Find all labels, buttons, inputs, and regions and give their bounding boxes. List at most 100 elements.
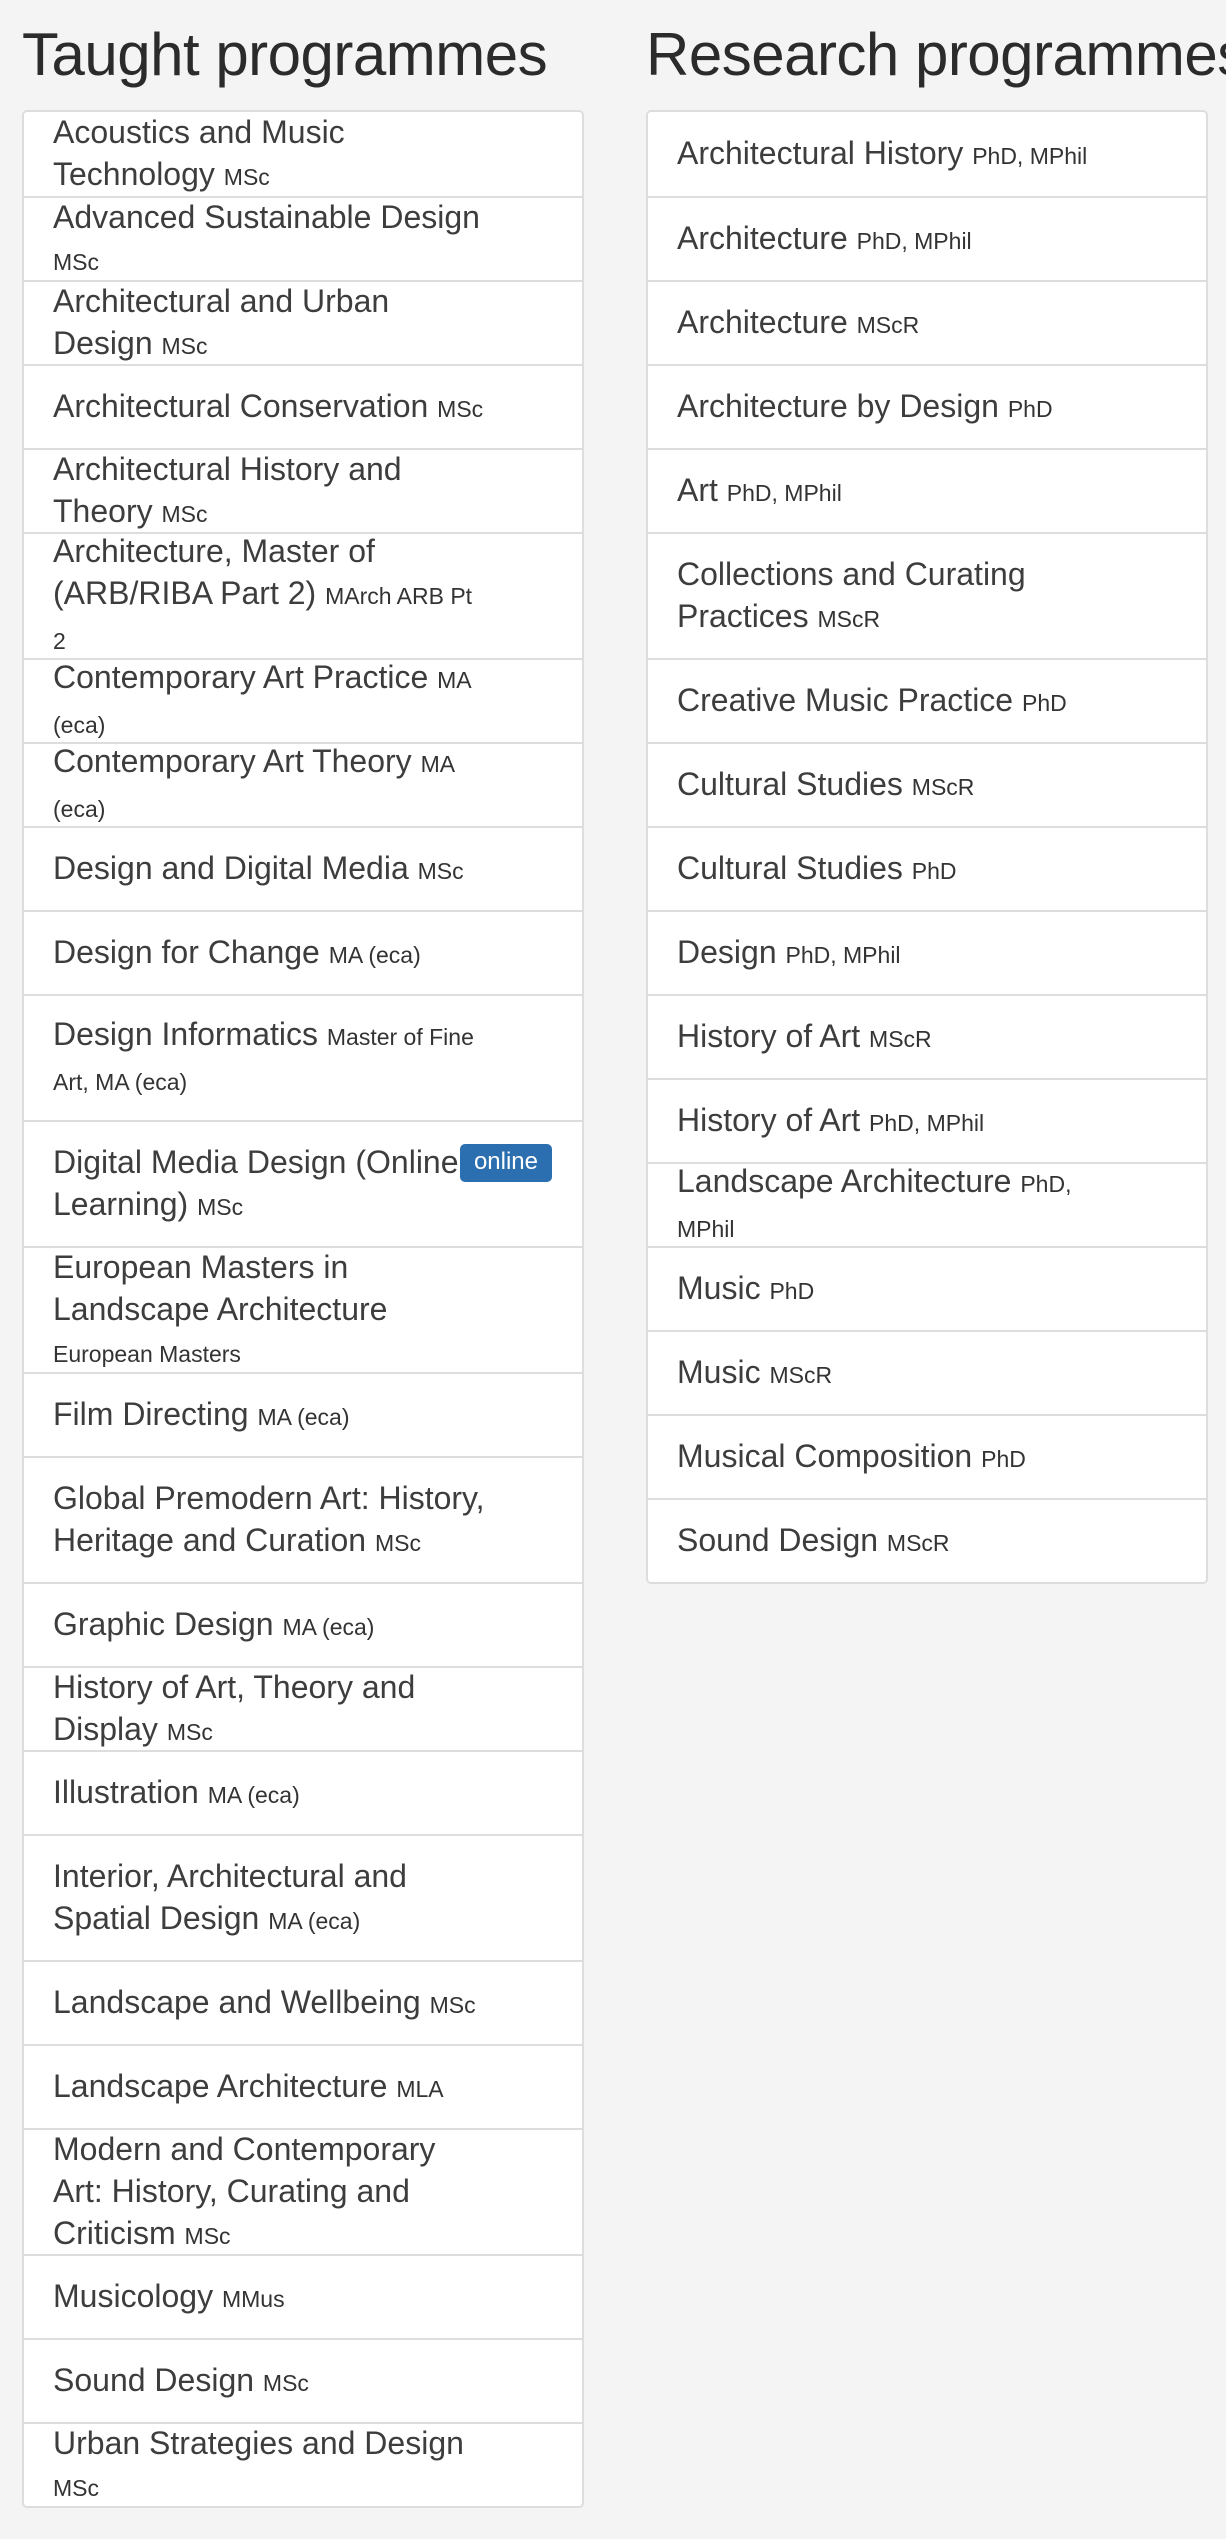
programme-item-illustration[interactable]: Illustration MA (eca) [24, 1750, 582, 1834]
programme-item-european-masters-landscape[interactable]: European Masters in Landscape Architectu… [24, 1246, 582, 1372]
programme-award: MSc [374, 1529, 421, 1556]
programme-item-architecture-by-design[interactable]: Architecture by Design PhD [648, 364, 1206, 448]
programme-award: PhD, MPhil [869, 1109, 985, 1136]
programme-title: Cultural Studies [677, 849, 903, 886]
programme-title: Landscape Architecture [677, 1163, 1012, 1199]
programme-item-history-of-art-theory-display[interactable]: History of Art, Theory and Display MSc [24, 1666, 582, 1750]
programme-award: MSc [184, 2222, 231, 2249]
programme-title: Art [677, 471, 718, 508]
programme-item-digital-media-design-online[interactable]: Digital Media Design (Online Learning) M… [24, 1120, 582, 1246]
programme-award: PhD [1007, 395, 1053, 422]
programme-item-landscape-architecture[interactable]: Landscape Architecture MLA [24, 2044, 582, 2128]
programme-item-architecture-mscr[interactable]: Architecture MScR [648, 280, 1206, 364]
programme-item-architectural-history-theory[interactable]: Architectural History and Theory MSc [24, 448, 582, 532]
programme-award: MSc [197, 1193, 244, 1220]
programme-item-sound-design-research[interactable]: Sound Design MScR [648, 1498, 1206, 1582]
programme-award: MSc [166, 1718, 213, 1745]
programme-item-history-of-art-mscr[interactable]: History of Art MScR [648, 994, 1206, 1078]
programme-title: History of Art [677, 1101, 861, 1138]
programme-item-design-for-change[interactable]: Design for Change MA (eca) [24, 910, 582, 994]
programme-item-advanced-sustainable-design[interactable]: Advanced Sustainable Design MSc [24, 196, 582, 280]
programme-item-film-directing[interactable]: Film Directing MA (eca) [24, 1372, 582, 1456]
programme-title: History of Art [677, 1017, 861, 1054]
online-badge: online [459, 1144, 552, 1182]
programme-award: MSc [53, 248, 99, 275]
programme-title: Design and Digital Media [53, 849, 409, 886]
programme-title: Advanced Sustainable Design [53, 198, 480, 235]
programme-item-collections-curating[interactable]: Collections and Curating Practices MScR [648, 532, 1206, 658]
programme-award: PhD [1021, 689, 1067, 716]
programme-item-graphic-design[interactable]: Graphic Design MA (eca) [24, 1582, 582, 1666]
programme-item-sound-design[interactable]: Sound Design MSc [24, 2338, 582, 2422]
programme-award: MSc [161, 332, 208, 359]
programme-title: Architecture [677, 219, 848, 256]
programme-title: Contemporary Art Practice [53, 659, 429, 695]
programme-item-contemporary-art-theory[interactable]: Contemporary Art Theory MA (eca) [24, 742, 582, 826]
programme-award: MSc [417, 857, 464, 884]
programme-item-history-of-art-phd[interactable]: History of Art PhD, MPhil [648, 1078, 1206, 1162]
programme-item-music-phd[interactable]: Music PhD [648, 1246, 1206, 1330]
programme-award: PhD, MPhil [785, 941, 901, 968]
programme-title: Design [677, 933, 777, 970]
taught-programmes-list: Acoustics and Music Technology MSc Advan… [22, 110, 584, 2508]
programme-item-architecture-master-of[interactable]: Architecture, Master of (ARB/RIBA Part 2… [24, 532, 582, 658]
programme-item-cultural-studies-phd[interactable]: Cultural Studies PhD [648, 826, 1206, 910]
programme-item-design-digital-media[interactable]: Design and Digital Media MSc [24, 826, 582, 910]
programme-award: PhD, MPhil [856, 227, 972, 254]
programme-item-global-premodern-art[interactable]: Global Premodern Art: History, Heritage … [24, 1456, 582, 1582]
programme-award: MMus [221, 2285, 285, 2312]
programme-item-architectural-urban-design[interactable]: Architectural and Urban Design MSc [24, 280, 582, 364]
programme-award: PhD, MPhil [972, 142, 1088, 169]
programme-award: MSc [53, 2474, 99, 2501]
programme-title: Graphic Design [53, 1605, 274, 1642]
programme-item-music-mscr[interactable]: Music MScR [648, 1330, 1206, 1414]
research-programmes-column: Research programmes Architectural Histor… [646, 0, 1226, 1584]
programme-title: Architectural History [677, 134, 964, 171]
programme-item-architectural-history[interactable]: Architectural History PhD, MPhil [648, 112, 1206, 196]
programme-title: Film Directing [53, 1395, 249, 1432]
programme-title: Cultural Studies [677, 765, 903, 802]
programme-award: PhD, MPhil [726, 479, 842, 506]
programme-item-design-informatics[interactable]: Design Informatics Master of Fine Art, M… [24, 994, 582, 1120]
programme-title: Musicology [53, 2277, 214, 2314]
programme-item-modern-contemporary-art[interactable]: Modern and Contemporary Art: History, Cu… [24, 2128, 582, 2254]
programme-item-architectural-conservation[interactable]: Architectural Conservation MSc [24, 364, 582, 448]
programme-title: Landscape and Wellbeing [53, 1983, 421, 2020]
programme-item-interior-architectural-spatial[interactable]: Interior, Architectural and Spatial Desi… [24, 1834, 582, 1960]
programme-award: MA (eca) [282, 1613, 375, 1640]
programme-item-acoustics-music-technology[interactable]: Acoustics and Music Technology MSc [24, 112, 582, 196]
programme-item-musicology[interactable]: Musicology MMus [24, 2254, 582, 2338]
programme-award: PhD [769, 1277, 815, 1304]
programme-title: History of Art, Theory and Display [53, 1668, 416, 1747]
programme-award: MA (eca) [257, 1403, 350, 1430]
programme-item-urban-strategies-design[interactable]: Urban Strategies and Design MSc [24, 2422, 582, 2506]
programme-title: Musical Composition [677, 1437, 973, 1474]
programme-award: MA (eca) [207, 1781, 300, 1808]
programme-title: Architectural History and Theory [53, 450, 402, 529]
programme-title: Sound Design [677, 1521, 879, 1558]
programme-item-contemporary-art-practice[interactable]: Contemporary Art Practice MA (eca) [24, 658, 582, 742]
programme-item-cultural-studies-mscr[interactable]: Cultural Studies MScR [648, 742, 1206, 826]
research-programmes-heading: Research programmes [646, 21, 1226, 88]
programme-title: Music [677, 1353, 761, 1390]
programme-item-landscape-architecture-research[interactable]: Landscape Architecture PhD, MPhil [648, 1162, 1206, 1246]
programme-award: MScR [911, 773, 975, 800]
programme-item-art[interactable]: Art PhD, MPhil [648, 448, 1206, 532]
programme-title: Architecture by Design [677, 387, 999, 424]
programme-item-musical-composition[interactable]: Musical Composition PhD [648, 1414, 1206, 1498]
programme-title: Music [677, 1269, 761, 1306]
programme-award: MScR [817, 605, 881, 632]
programme-award: MA (eca) [268, 1907, 361, 1934]
programme-award: European Masters [53, 1340, 241, 1367]
programme-title: Urban Strategies and Design [53, 2424, 464, 2461]
programme-award: MScR [769, 1361, 833, 1388]
programme-item-architecture-phd[interactable]: Architecture PhD, MPhil [648, 196, 1206, 280]
programme-item-landscape-wellbeing[interactable]: Landscape and Wellbeing MSc [24, 1960, 582, 2044]
programme-title: Design for Change [53, 933, 320, 970]
taught-programmes-column: Taught programmes Acoustics and Music Te… [22, 0, 584, 2508]
programme-award: PhD [911, 857, 957, 884]
programme-title: Creative Music Practice [677, 681, 1014, 718]
programme-title: Acoustics and Music Technology [53, 113, 345, 192]
programme-item-design[interactable]: Design PhD, MPhil [648, 910, 1206, 994]
programme-item-creative-music-practice[interactable]: Creative Music Practice PhD [648, 658, 1206, 742]
